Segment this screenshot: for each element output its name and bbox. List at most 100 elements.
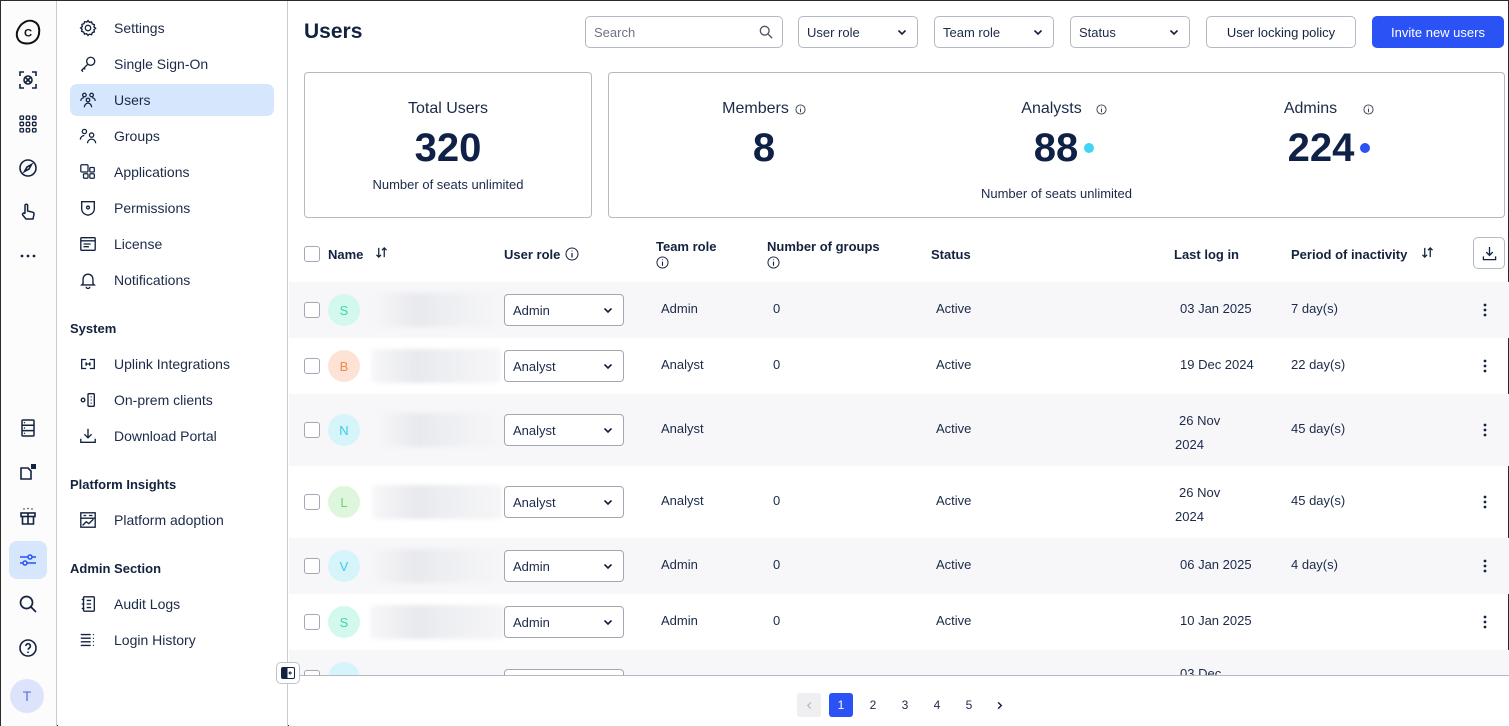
rail-hand[interactable]: [9, 193, 47, 231]
user-role-select[interactable]: Analyst: [504, 414, 624, 446]
row-checkbox[interactable]: [304, 302, 320, 318]
row-checkbox[interactable]: [304, 614, 320, 630]
app-logo[interactable]: C: [9, 13, 47, 51]
sliders-icon: [20, 554, 36, 566]
groups-count: 0: [773, 613, 781, 628]
kebab-menu-icon: [1483, 423, 1487, 437]
svg-text:C: C: [24, 27, 32, 39]
row-actions-button[interactable]: [1477, 422, 1493, 438]
user-avatar: L: [328, 486, 360, 518]
scan-icon: [19, 71, 37, 89]
user-avatar[interactable]: T: [10, 679, 44, 713]
user-role-select[interactable]: Admin: [504, 606, 624, 638]
chart-window-icon: [78, 510, 98, 530]
page-button[interactable]: 3: [893, 693, 917, 717]
rail-more[interactable]: [9, 237, 47, 275]
row-checkbox[interactable]: [304, 558, 320, 574]
sidenav-item-label: License: [114, 236, 163, 252]
sidenav-item-download-portal[interactable]: Download Portal: [70, 420, 274, 452]
rail-gift[interactable]: [9, 497, 47, 535]
rail-scan[interactable]: [9, 61, 47, 99]
sidenav-item-on-prem-clients[interactable]: On-prem clients: [70, 384, 274, 416]
user-role-select[interactable]: Admin: [504, 550, 624, 582]
section-title-system: System: [70, 321, 117, 336]
table-row[interactable]: S Admin Admin 0 Active 10 Jan 2025: [289, 594, 1509, 650]
sidenav-item-sso[interactable]: Single Sign-On: [70, 48, 274, 80]
table-row[interactable]: V Admin Admin 0 Active 06 Jan 2025 4 day(s): [289, 538, 1509, 594]
user-avatar: [328, 662, 360, 675]
collapse-sidebar-button[interactable]: [276, 662, 300, 684]
shield-icon: [78, 198, 98, 218]
gear-icon: [78, 18, 98, 38]
page-button[interactable]: 5: [957, 693, 981, 717]
on-prem-icon: [78, 390, 98, 410]
row-checkbox[interactable]: [304, 494, 320, 510]
row-checkbox[interactable]: [304, 358, 320, 374]
sidenav-item-applications[interactable]: Applications: [70, 156, 274, 188]
sidenav-item-audit-logs[interactable]: Audit Logs: [70, 588, 274, 620]
rail-server[interactable]: [9, 409, 47, 447]
audit-log-icon: [78, 594, 98, 614]
rail-external[interactable]: [9, 453, 47, 491]
table-row[interactable]: 03 Dec: [289, 650, 1509, 675]
user-role-select[interactable]: Admin: [504, 294, 624, 326]
sidenav-item-label: Settings: [114, 20, 165, 36]
user-name-redacted: [368, 549, 503, 583]
inactivity-value: 7 day(s): [1291, 301, 1338, 316]
settings-sidenav: Settings Single Sign-On Users Groups App…: [58, 1, 288, 726]
kebab-menu-icon: [1483, 559, 1487, 573]
table-row[interactable]: B Analyst Analyst 0 Active 19 Dec 2024 22 day(…: [289, 338, 1509, 394]
next-page-button[interactable]: [987, 693, 1011, 717]
chevron-down-icon: [603, 619, 613, 626]
status-value: Active: [936, 613, 972, 628]
row-actions-button[interactable]: [1477, 358, 1493, 374]
sidenav-item-login-history[interactable]: Login History: [70, 624, 274, 656]
page-button[interactable]: 4: [925, 693, 949, 717]
table-row[interactable]: N Analyst Analyst Active 26 Nov 2024 45 day(s…: [289, 394, 1509, 466]
rail-apps[interactable]: [9, 105, 47, 143]
sidenav-item-label: Audit Logs: [114, 596, 181, 612]
table-row[interactable]: S Admin Admin 0 Active 03 Jan 2025 7 day(s): [289, 282, 1509, 338]
prev-page-button[interactable]: [797, 693, 821, 717]
sidenav-item-notifications[interactable]: Notifications: [70, 264, 274, 296]
chevron-down-icon: [603, 563, 613, 570]
row-actions-button[interactable]: [1477, 614, 1493, 630]
last-login-value: 03 Jan 2025: [1180, 301, 1252, 316]
groups-count: 0: [773, 557, 781, 572]
sidenav-item-permissions[interactable]: Permissions: [70, 192, 274, 224]
list-icon: [78, 630, 98, 650]
sidenav-item-platform-adoption[interactable]: Platform adoption: [70, 504, 274, 536]
page-button[interactable]: 2: [861, 693, 885, 717]
rail-help[interactable]: [9, 629, 47, 667]
table-row[interactable]: L Analyst Analyst 0 Active 26 Nov 2024 45 day(…: [289, 466, 1509, 538]
rail-settings-active[interactable]: [9, 541, 47, 579]
sidenav-item-label: Notifications: [114, 272, 191, 288]
user-name-redacted: [372, 485, 502, 519]
chevron-down-icon: [603, 427, 613, 434]
last-login-value: 06 Jan 2025: [1180, 557, 1252, 572]
user-role-select[interactable]: Analyst: [504, 486, 624, 518]
section-title-admin-section: Admin Section: [70, 561, 162, 576]
row-actions-button[interactable]: [1477, 302, 1493, 318]
row-checkbox[interactable]: [304, 422, 320, 438]
last-login-value: 26 Nov 2024: [1175, 485, 1221, 524]
chevron-down-icon: [603, 307, 613, 314]
rail-compass[interactable]: [9, 149, 47, 187]
user-avatar: S: [328, 294, 360, 326]
sidenav-item-uplink-integrations[interactable]: Uplink Integrations: [70, 348, 274, 380]
row-actions-button[interactable]: [1477, 558, 1493, 574]
row-actions-button[interactable]: [1477, 494, 1493, 510]
user-avatar: B: [328, 350, 360, 382]
sidenav-item-label: On-prem clients: [114, 392, 213, 408]
user-name-redacted: [370, 605, 505, 639]
sidenav-item-groups[interactable]: Groups: [70, 120, 274, 152]
sidenav-item-users[interactable]: Users: [70, 84, 274, 116]
user-role-select[interactable]: Analyst: [504, 350, 624, 382]
last-login-value: 03 Dec: [1180, 666, 1222, 675]
rail-search[interactable]: [9, 585, 47, 623]
page-button[interactable]: 1: [829, 693, 853, 717]
team-role-value: Admin: [661, 557, 698, 572]
sidenav-item-license[interactable]: License: [70, 228, 274, 260]
team-role-value: Admin: [661, 301, 698, 316]
sidenav-item-settings[interactable]: Settings: [70, 12, 274, 44]
